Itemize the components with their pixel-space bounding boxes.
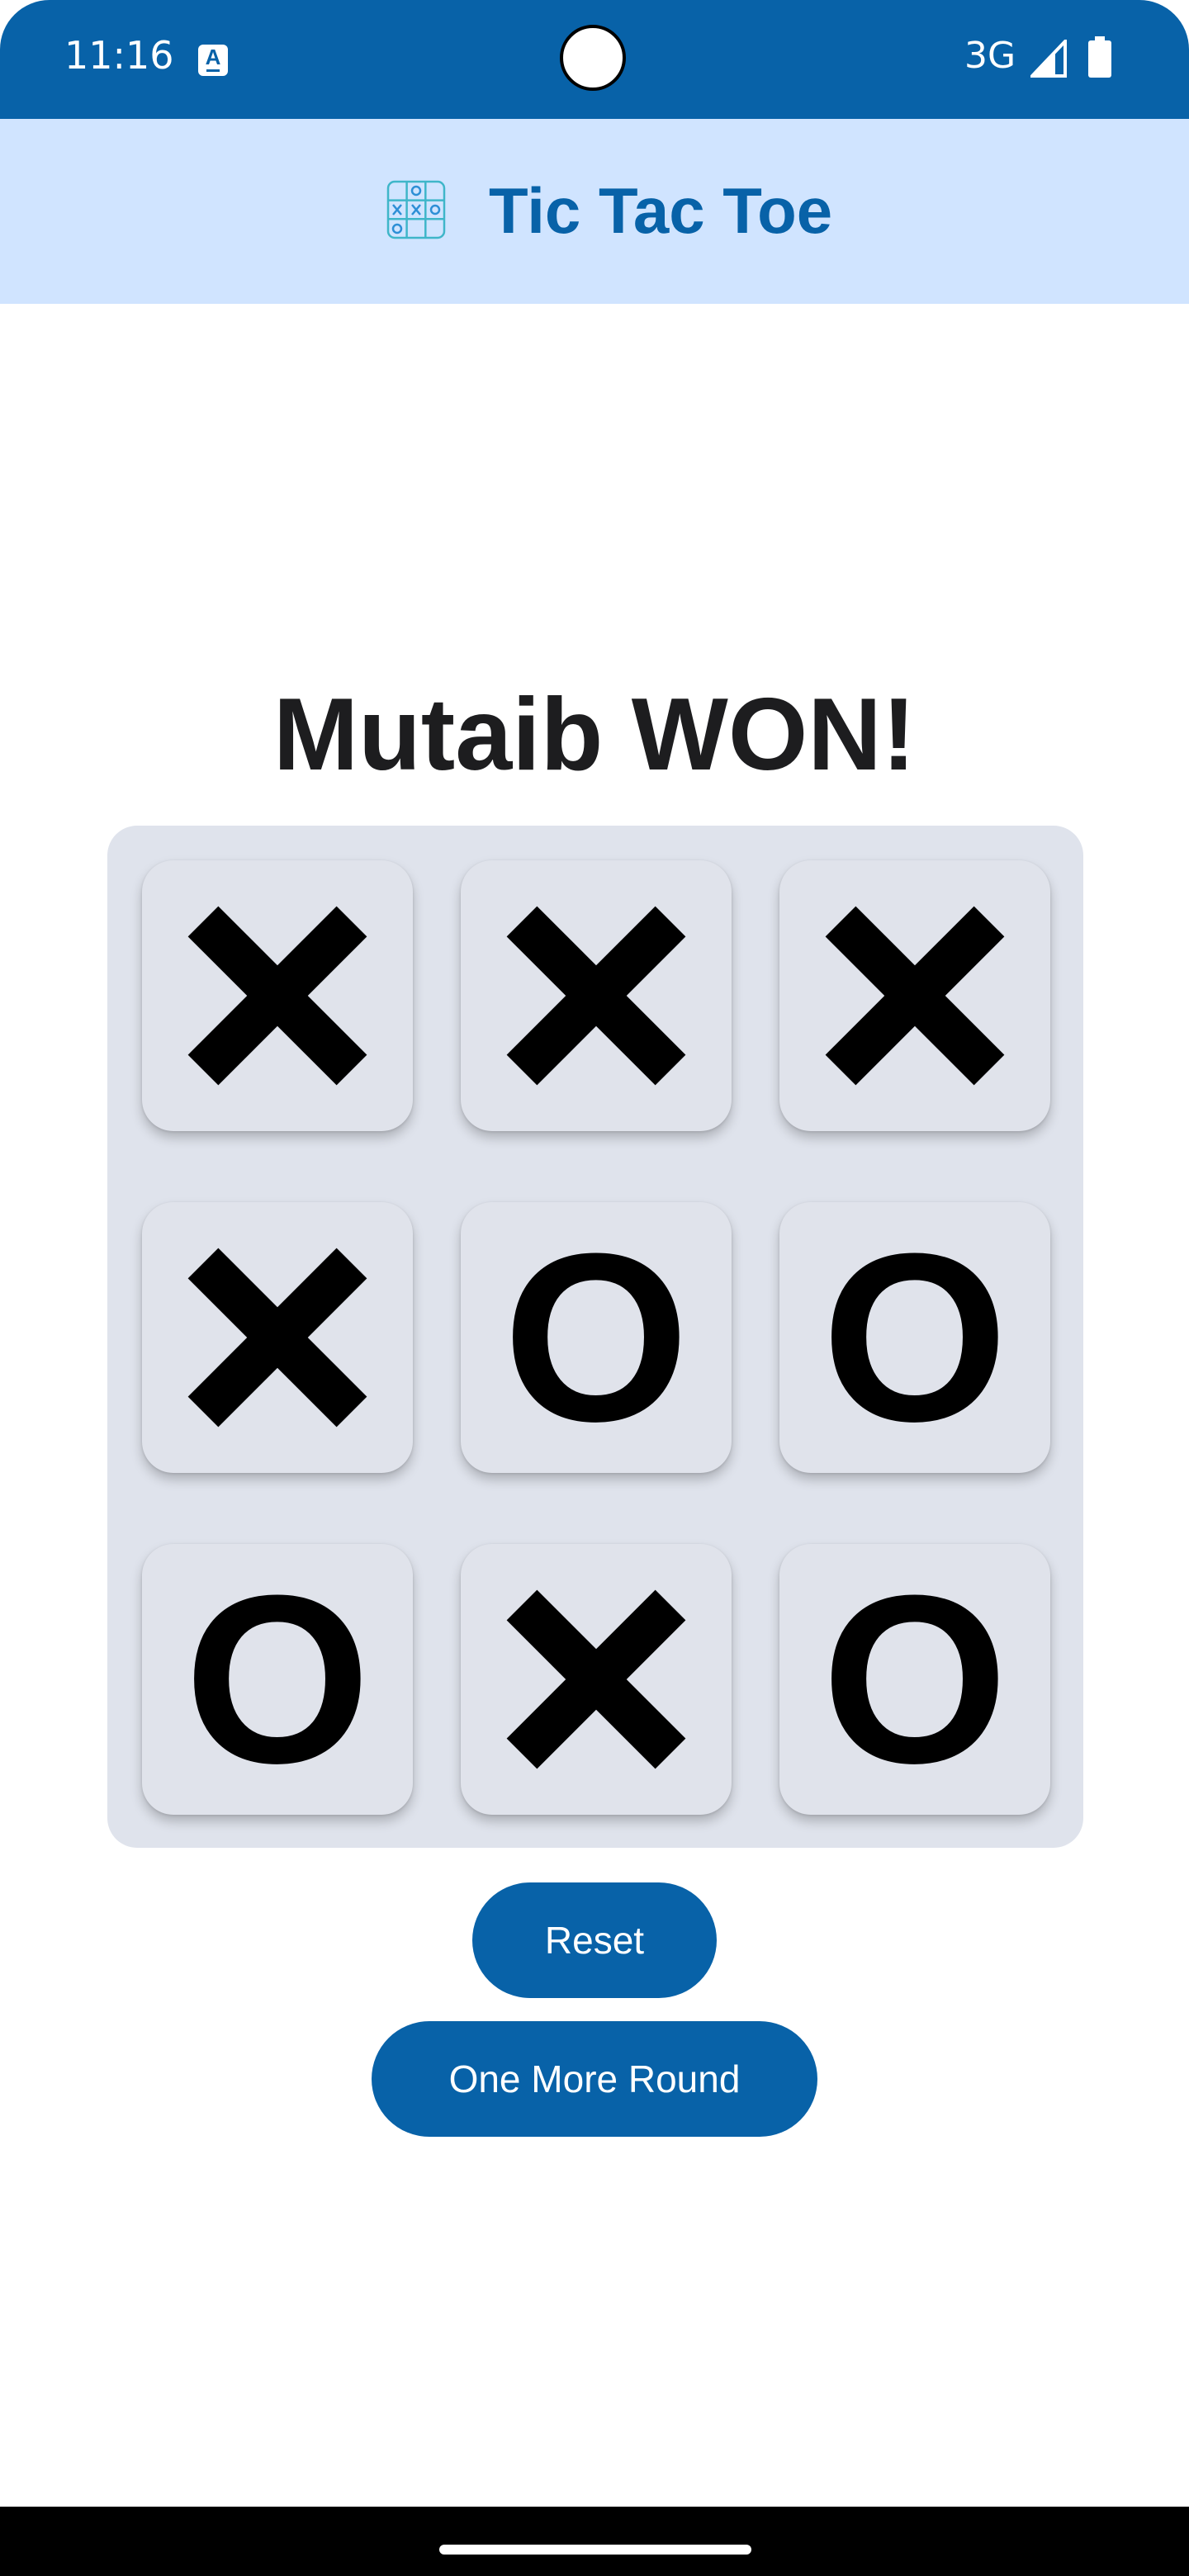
- battery-icon: [1088, 36, 1111, 78]
- x-mark: [187, 1248, 367, 1428]
- reset-button[interactable]: Reset: [472, 1882, 717, 1998]
- a-icon: A: [198, 45, 228, 76]
- o-mark: O: [822, 1546, 1008, 1813]
- board-cell[interactable]: [142, 860, 413, 1131]
- game-result: Mutaib WON!: [272, 678, 917, 792]
- status-time: 11:16: [64, 33, 174, 78]
- game-board: OOOO: [107, 826, 1083, 1848]
- navigation-bar: [0, 2507, 1189, 2576]
- signal-icon: [1030, 40, 1067, 78]
- board-cell[interactable]: O: [461, 1202, 732, 1473]
- o-mark: O: [184, 1546, 371, 1813]
- camera-cutout: [560, 25, 626, 91]
- board-cell[interactable]: O: [779, 1202, 1050, 1473]
- board-cell[interactable]: O: [142, 1544, 413, 1815]
- o-mark: O: [503, 1204, 689, 1471]
- one-more-round-button[interactable]: One More Round: [372, 2021, 817, 2137]
- board-cell[interactable]: O: [779, 1544, 1050, 1815]
- home-handle[interactable]: [439, 2545, 751, 2555]
- x-mark: [187, 906, 367, 1086]
- board-cell[interactable]: [779, 860, 1050, 1131]
- board-cell[interactable]: [461, 1544, 732, 1815]
- app-title: Tic Tac Toe: [489, 174, 833, 247]
- x-mark: [506, 1589, 686, 1769]
- status-bar: 11:16 A 3G: [0, 0, 1189, 119]
- tic-tac-toe-icon: [386, 180, 446, 239]
- x-mark: [825, 906, 1005, 1086]
- board-cell[interactable]: [142, 1202, 413, 1473]
- board-cell[interactable]: [461, 860, 732, 1131]
- network-type: 3G: [964, 35, 1016, 77]
- x-mark: [506, 906, 686, 1086]
- app-bar: Tic Tac Toe: [0, 119, 1189, 304]
- o-mark: O: [822, 1204, 1008, 1471]
